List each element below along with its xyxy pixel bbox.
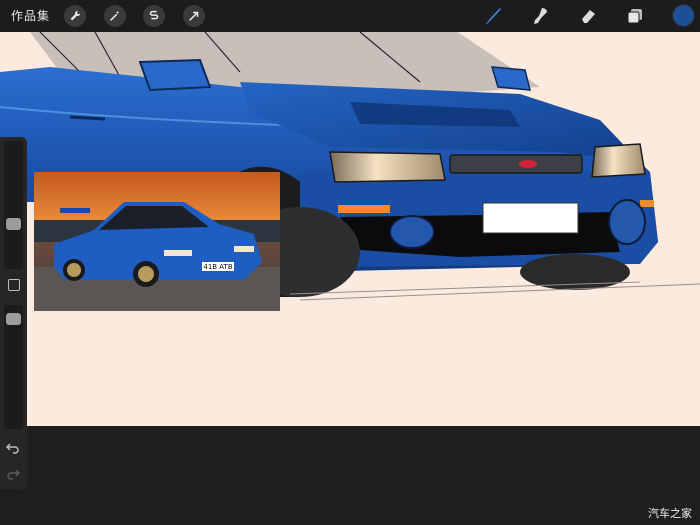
gallery-button[interactable]: 作品集: [11, 7, 50, 24]
undo-icon[interactable]: [5, 439, 20, 454]
brush-size-slider[interactable]: [4, 141, 23, 269]
transform-arrow-icon[interactable]: [183, 5, 205, 27]
reference-plate-text: 41B ATB: [203, 263, 232, 271]
brush-size-thumb[interactable]: [6, 218, 21, 230]
smudge-icon[interactable]: [528, 5, 552, 27]
brush-icon[interactable]: [481, 5, 505, 27]
drawing-canvas[interactable]: 41B ATB: [0, 32, 700, 426]
color-picker-button[interactable]: [673, 5, 694, 26]
opacity-thumb[interactable]: [6, 313, 21, 325]
reference-image[interactable]: 41B ATB: [34, 172, 280, 311]
magic-wand-icon[interactable]: [104, 5, 126, 27]
redo-icon[interactable]: [6, 465, 21, 480]
selection-icon[interactable]: [143, 5, 165, 27]
layers-icon[interactable]: [623, 5, 647, 27]
eraser-icon[interactable]: [576, 5, 600, 27]
wrench-icon[interactable]: [64, 5, 86, 27]
modify-button[interactable]: [8, 279, 20, 291]
opacity-slider[interactable]: [4, 305, 23, 429]
workspace-background: [0, 426, 700, 525]
watermark-text: 汽车之家: [648, 507, 692, 520]
top-toolbar: 作品集: [0, 0, 700, 32]
left-sidebar: [0, 137, 27, 489]
